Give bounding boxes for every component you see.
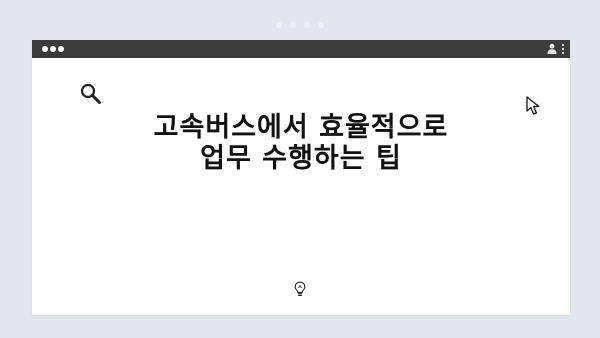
page-dot (290, 22, 296, 28)
page-dot (276, 22, 282, 28)
lightbulb-icon (294, 281, 306, 296)
page-dot (318, 22, 324, 28)
kebab-menu-icon[interactable] (561, 43, 565, 55)
mouse-pointer-icon (526, 96, 540, 115)
page-indicator-dots (0, 22, 600, 28)
page-content: 고속버스에서 효율적으로 업무 수행하는 팁 (32, 58, 570, 315)
magnifier-icon (80, 83, 101, 104)
window-maximize-dot[interactable] (58, 46, 64, 52)
window-minimize-dot[interactable] (50, 46, 56, 52)
page-headline: 고속버스에서 효율적으로 업무 수행하는 팁 (153, 112, 449, 174)
browser-window: 고속버스에서 효율적으로 업무 수행하는 팁 (32, 40, 570, 315)
window-close-dot[interactable] (42, 46, 48, 52)
window-title-bar (32, 40, 570, 58)
user-profile-icon[interactable] (547, 43, 557, 54)
page-dot (304, 22, 310, 28)
